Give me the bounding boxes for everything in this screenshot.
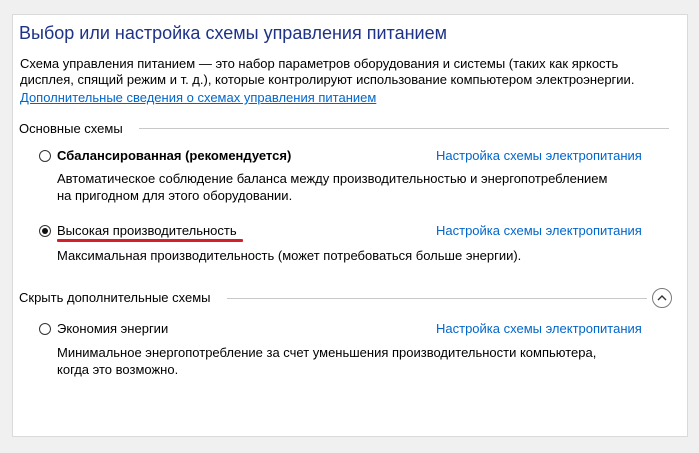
plan-balanced-name[interactable]: Сбалансированная (рекомендуется) (57, 148, 291, 163)
plan-power-saver-description-line-1: Минимальное энергопотребление за счет ум… (57, 345, 597, 360)
plan-power-saver-settings-link[interactable]: Настройка схемы электропитания (436, 321, 642, 336)
plan-balanced: Сбалансированная (рекомендуется) Настрой… (39, 147, 659, 167)
main-plans-divider (139, 128, 669, 129)
description-line-2: дисплея, спящий режим и т. д.), которые … (20, 72, 635, 87)
plan-balanced-description-line-1: Автоматическое соблюдение баланса между … (57, 171, 608, 186)
plan-balanced-radio[interactable] (39, 150, 51, 162)
plan-high-performance-name[interactable]: Высокая производительность (57, 223, 237, 238)
description-line-1: Схема управления питанием — это набор па… (20, 56, 619, 71)
plan-power-saver: Экономия энергии Настройка схемы электро… (39, 320, 659, 340)
power-plan-panel: Выбор или настройка схемы управления пит… (12, 14, 688, 437)
plan-high-performance-description: Максимальная производительность (может п… (57, 247, 657, 264)
plan-power-saver-description-line-2: когда это возможно. (57, 362, 179, 377)
plan-power-saver-name[interactable]: Экономия энергии (57, 321, 168, 336)
chevron-up-icon (657, 295, 667, 301)
main-plans-header: Основные схемы (19, 121, 123, 136)
plan-power-saver-description: Минимальное энергопотребление за счет ум… (57, 344, 657, 378)
page-description: Схема управления питанием — это набор па… (20, 56, 680, 88)
plan-power-saver-radio[interactable] (39, 323, 51, 335)
highlight-underline (57, 239, 243, 242)
page-title: Выбор или настройка схемы управления пит… (19, 23, 447, 43)
plan-balanced-description: Автоматическое соблюдение баланса между … (57, 170, 657, 204)
additional-plans-divider (227, 298, 647, 299)
collapse-additional-plans-button[interactable] (652, 288, 672, 308)
more-info-link[interactable]: Дополнительные сведения о схемах управле… (20, 90, 376, 105)
plan-high-performance-settings-link[interactable]: Настройка схемы электропитания (436, 223, 642, 238)
plan-high-performance-description-line-1: Максимальная производительность (может п… (57, 248, 522, 263)
additional-plans-header[interactable]: Скрыть дополнительные схемы (19, 290, 211, 305)
plan-balanced-settings-link[interactable]: Настройка схемы электропитания (436, 148, 642, 163)
plan-balanced-description-line-2: на пригодном для этого оборудовании. (57, 188, 293, 203)
plan-high-performance-radio[interactable] (39, 225, 51, 237)
